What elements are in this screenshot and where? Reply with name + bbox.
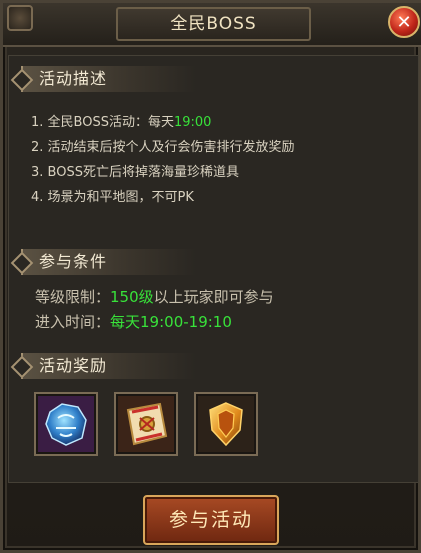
daily-time-highlight: 19:00 [173,115,212,130]
title-bar: 全民BOSS ✕ [3,3,421,47]
entry-time: 进入时间：每天19:00-19:10 [35,313,232,331]
description-line-4: 4. 场景为和平地图，不可PK [31,190,194,205]
entry-time-value: 每天19:00-19:10 [110,313,232,331]
description-header: 活动描述 [10,66,196,92]
join-activity-label: 参与活动 [168,509,253,531]
conditions-header-label: 参与条件 [39,252,108,271]
close-button[interactable]: ✕ [388,6,420,38]
level-value: 150级 [110,288,154,306]
reward-item-2[interactable] [114,392,178,456]
rewards-header-label: 活动奖励 [39,356,108,375]
join-activity-button[interactable]: 参与活动 [143,495,279,545]
title-plate: 全民BOSS [116,7,311,41]
scroll-icon [126,402,168,446]
blue-rune-stone-icon [45,403,87,446]
description-line-3: 3. BOSS死亡后将掉落海量珍稀道具 [31,165,239,180]
reward-item-3[interactable] [194,392,258,456]
level-requirement: 等级限制：150级以上玩家即可参与 [35,288,274,306]
description-line-2: 2. 活动结束后按个人及行会伤害排行发放奖励 [31,140,295,155]
rewards-header: 活动奖励 [10,353,196,379]
description-header-label: 活动描述 [39,69,108,88]
description-line-1: 1. 全民BOSS活动：每天19:00 [31,115,212,130]
golden-shield-icon [209,402,243,447]
reward-item-1[interactable] [34,392,98,456]
dialog-title: 全民BOSS [170,14,257,34]
conditions-header: 参与条件 [10,249,196,275]
boss-dialog: 全民BOSS ✕ 活动描述 1. 全民BOSS活动：每天19:00 2. 活动结… [0,0,421,553]
corner-ornament [7,5,33,31]
close-icon: ✕ [396,11,412,33]
